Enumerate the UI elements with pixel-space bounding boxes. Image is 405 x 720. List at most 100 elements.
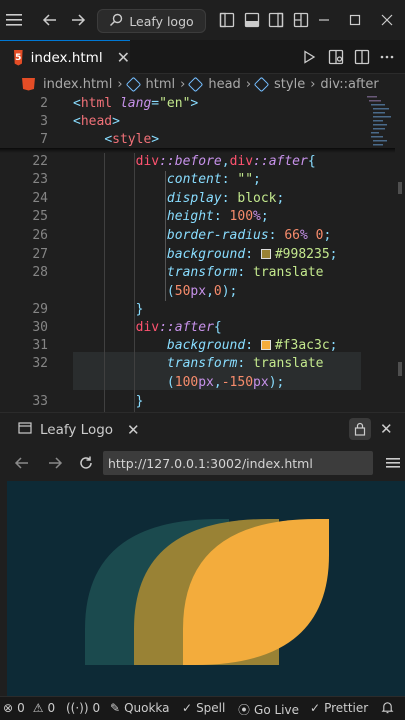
- search-icon: [109, 13, 123, 30]
- code-line: 27 background: #998235;: [0, 247, 395, 265]
- breadcrumb-item-head[interactable]: head: [208, 77, 240, 92]
- breadcrumb: index.html › html › head › style › div::…: [0, 74, 405, 94]
- spell-button[interactable]: ✓ Spell: [182, 701, 225, 715]
- line-number: 33: [32, 394, 48, 409]
- notifications-bell-icon[interactable]: [381, 701, 394, 714]
- line-number: 26: [32, 228, 48, 243]
- element-symbol-icon: [253, 76, 270, 92]
- code-text: }: [135, 394, 144, 409]
- html5-file-icon: [22, 77, 35, 91]
- element-symbol-icon: [188, 76, 204, 92]
- command-center-label: Leafy logo: [129, 13, 194, 29]
- tab-leafy-logo[interactable]: Leafy Logo ✕: [18, 421, 140, 439]
- code-text: border-radius: 66% 0;: [166, 228, 332, 243]
- sticky-code-line: 2 <html lang="en">: [0, 96, 395, 114]
- prettier-label: Prettier: [324, 701, 369, 715]
- scrollbar-thumb[interactable]: [398, 362, 402, 376]
- code-text: transform: translate: [166, 356, 324, 371]
- warning-icon: ⚠: [32, 701, 44, 715]
- close-panel-icon[interactable]: ✕: [380, 420, 393, 438]
- line-number: 25: [32, 209, 48, 224]
- ports-indicator[interactable]: ((·)) 0: [66, 701, 100, 715]
- line-number: 23: [32, 172, 48, 187]
- go-live-button[interactable]: ⦿ Go Live: [238, 701, 299, 718]
- code-line: 33 }: [0, 394, 395, 412]
- close-tab-icon[interactable]: ✕: [117, 48, 130, 67]
- browser-viewport: [7, 481, 405, 696]
- breadcrumb-item-html[interactable]: html: [146, 77, 176, 92]
- toggle-primary-sidebar-icon[interactable]: [217, 10, 237, 30]
- breadcrumb-item-style[interactable]: style: [274, 77, 305, 92]
- code-line: 26 border-radius: 66% 0;: [0, 228, 395, 246]
- tab-index-html[interactable]: 5 index.html ✕: [0, 40, 130, 74]
- quokka-label: Quokka: [124, 701, 170, 715]
- code-line: (100px,-150px);: [0, 375, 395, 393]
- editor-scrollbar[interactable]: [395, 94, 405, 412]
- minimap[interactable]: [363, 94, 395, 164]
- open-preview-icon[interactable]: [327, 48, 345, 66]
- line-number: 22: [32, 154, 48, 169]
- code-text: div::before,div::after{: [135, 154, 316, 169]
- close-tab-icon[interactable]: ✕: [127, 421, 140, 439]
- color-swatch[interactable]: [260, 340, 271, 350]
- code-line: 25 height: 100%;: [0, 209, 395, 227]
- forward-arrow-icon[interactable]: [45, 453, 65, 473]
- code-editor[interactable]: 2 <html lang="en"> 3 <head> 7 <style> 22 div:…: [0, 94, 405, 412]
- code-text: height: 100%;: [166, 209, 269, 224]
- back-arrow-icon[interactable]: [12, 453, 32, 473]
- chevron-right-icon: ›: [310, 76, 316, 92]
- code-line: (50px,0);: [0, 284, 395, 302]
- quokka-button[interactable]: ✎ Quokka: [110, 701, 170, 715]
- line-number: 3: [40, 114, 48, 129]
- code-line: 28 transform: translate: [0, 265, 395, 283]
- warning-count: 0: [47, 701, 56, 715]
- prettier-button[interactable]: ✓ Prettier: [310, 701, 368, 715]
- line-number: 27: [32, 247, 48, 262]
- code-line: 29 }: [0, 302, 395, 320]
- close-window-icon[interactable]: [377, 10, 397, 30]
- menu-icon[interactable]: [4, 10, 24, 30]
- run-icon[interactable]: [300, 48, 318, 66]
- color-swatch[interactable]: [260, 249, 271, 259]
- leafy-logo: [85, 519, 329, 665]
- customize-layout-icon[interactable]: [291, 10, 311, 30]
- code-text: (50px,0);: [166, 284, 238, 299]
- address-bar[interactable]: http://127.0.0.1:3002/index.html: [103, 451, 373, 475]
- more-actions-icon[interactable]: [378, 48, 396, 66]
- toggle-panel-icon[interactable]: [242, 10, 262, 30]
- toggle-secondary-sidebar-icon[interactable]: [266, 10, 286, 30]
- reload-icon[interactable]: [76, 453, 96, 473]
- html5-file-icon: 5: [14, 49, 23, 66]
- ports-count: 0: [92, 701, 101, 715]
- line-number: 29: [32, 302, 48, 317]
- line-number: 30: [32, 320, 48, 335]
- minimize-icon[interactable]: [314, 10, 334, 30]
- broadcast-icon: ((·)): [66, 701, 89, 715]
- command-center-search[interactable]: Leafy logo: [97, 9, 206, 33]
- code-line: 30 div::after{: [0, 320, 395, 338]
- line-number: 2: [40, 96, 48, 111]
- line-number: 24: [32, 191, 48, 206]
- lock-icon[interactable]: [349, 418, 371, 440]
- split-editor-icon[interactable]: [353, 48, 371, 66]
- code-text: div::after{: [135, 320, 222, 335]
- hamburger-menu-icon[interactable]: [383, 453, 403, 473]
- element-symbol-icon: [125, 76, 141, 92]
- problems-indicator[interactable]: ⊗ 0 ⚠ 0: [3, 701, 55, 715]
- breadcrumb-item-selector[interactable]: div::after: [320, 77, 378, 92]
- error-count: 0: [17, 701, 25, 715]
- back-arrow-icon[interactable]: [40, 10, 60, 30]
- breadcrumb-item-file[interactable]: index.html: [43, 77, 112, 92]
- check-icon: ✓: [182, 701, 193, 715]
- scrollbar-thumb[interactable]: [398, 182, 402, 194]
- error-icon: ⊗: [3, 701, 14, 715]
- forward-arrow-icon[interactable]: [68, 10, 88, 30]
- code-line: 24 display: block;: [0, 191, 395, 209]
- line-number: 32: [32, 356, 48, 371]
- tab-label: index.html: [30, 49, 103, 66]
- code-line: 23 content: "";: [0, 172, 395, 190]
- code-text: background: #998235;: [166, 247, 338, 262]
- code-line: 31 background: #f3ac3c;: [0, 338, 395, 356]
- restore-icon[interactable]: [345, 10, 365, 30]
- line-number: 7: [40, 132, 48, 147]
